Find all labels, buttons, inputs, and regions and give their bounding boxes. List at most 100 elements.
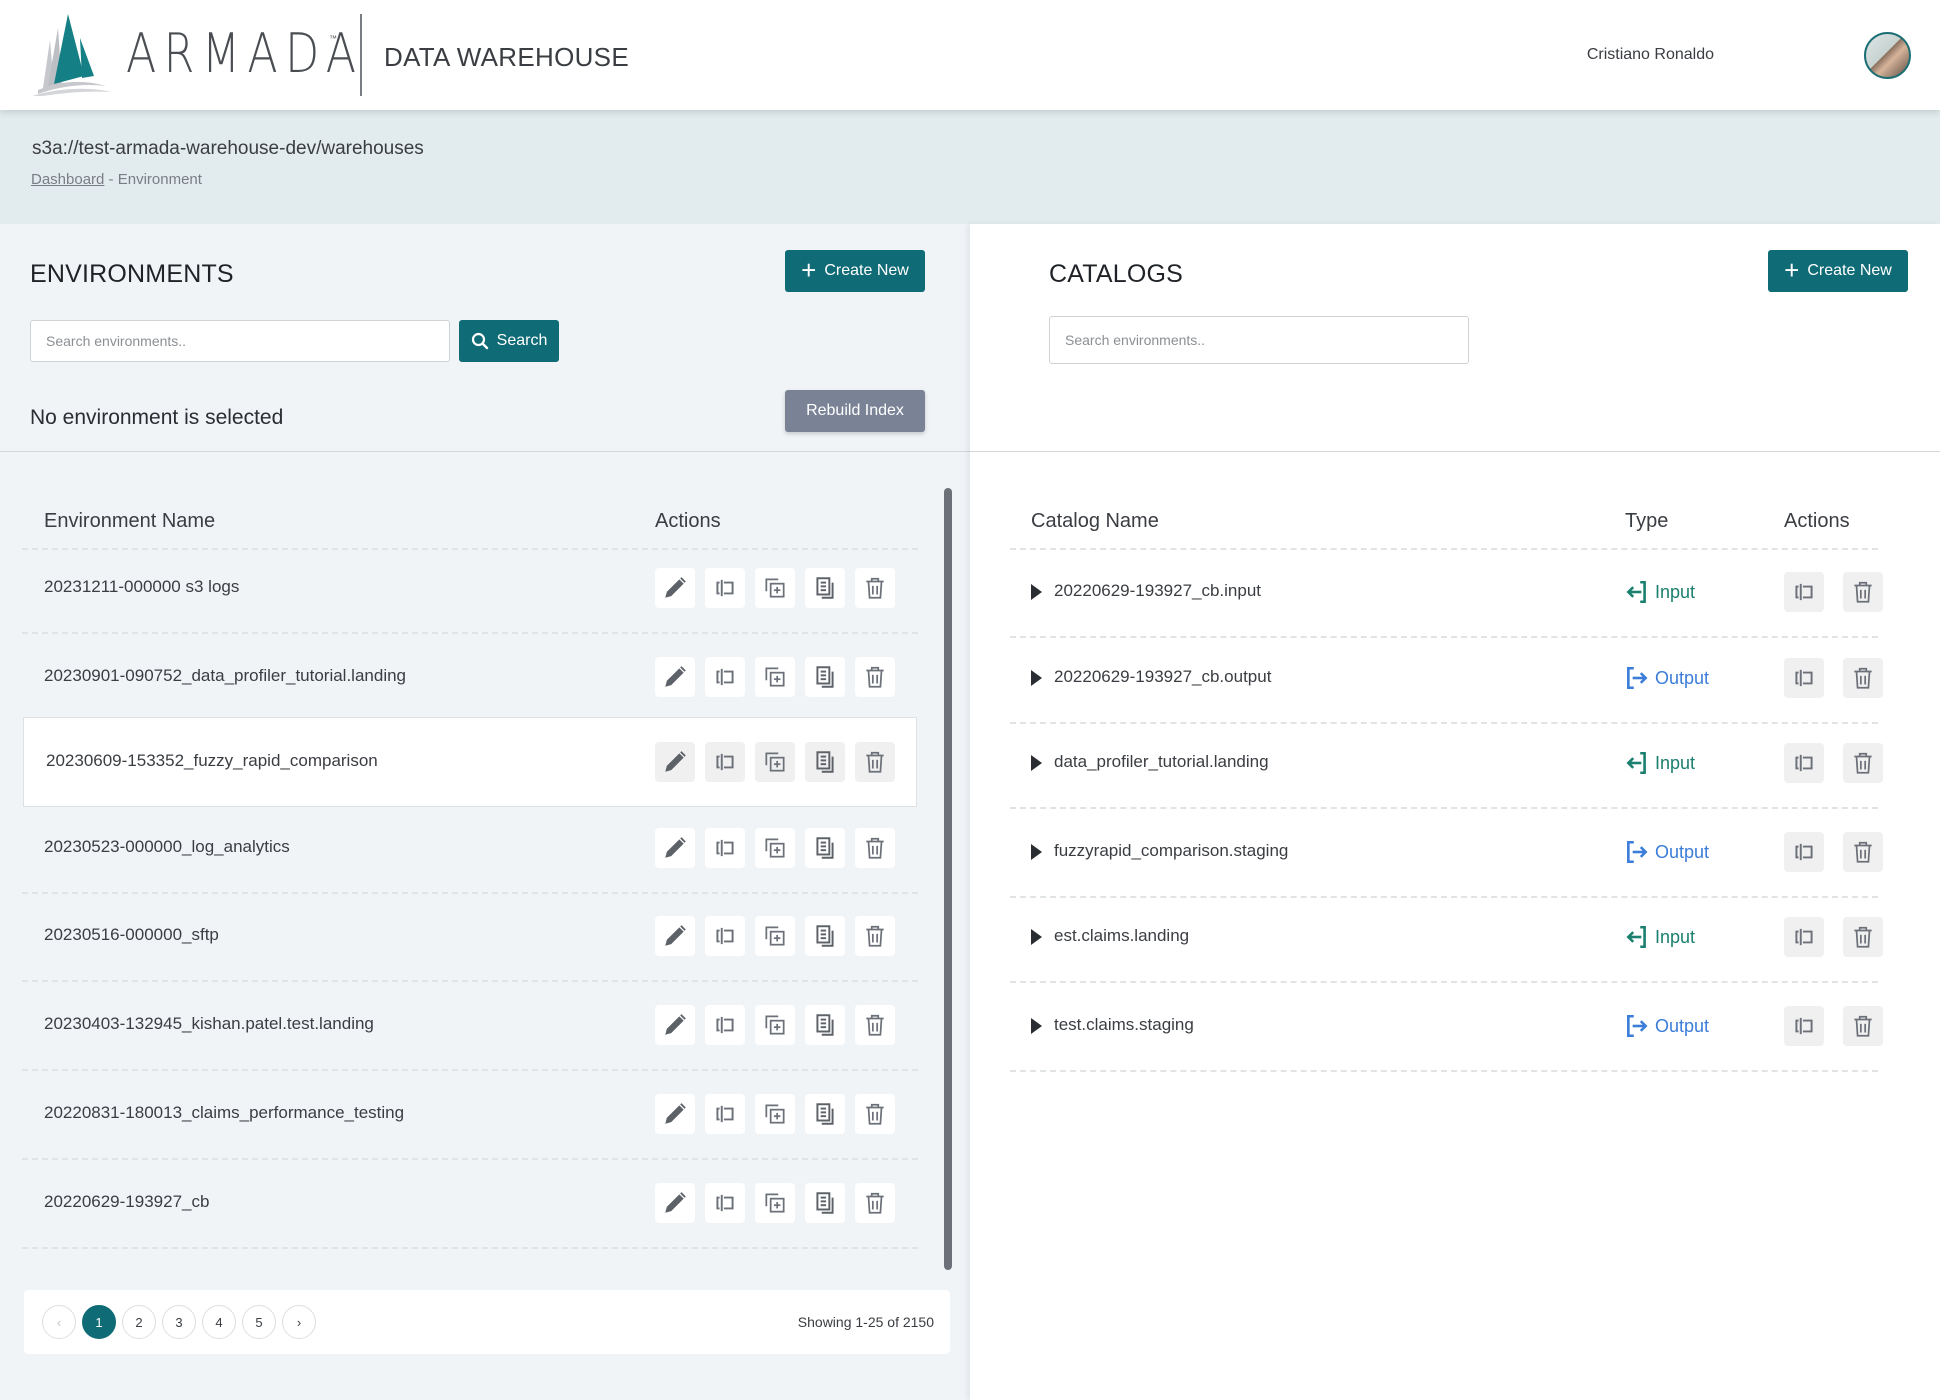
duplicate-icon <box>765 1104 785 1124</box>
rename-button[interactable] <box>1784 832 1824 872</box>
environment-name[interactable]: 20230523-000000_log_analytics <box>44 837 290 857</box>
catalog-name[interactable]: test.claims.staging <box>1054 1015 1194 1035</box>
rename-button[interactable] <box>1784 658 1824 698</box>
trash-button[interactable] <box>855 657 895 697</box>
trash-button[interactable] <box>855 1183 895 1223</box>
copy-icon <box>816 1014 834 1036</box>
environment-name[interactable]: 20230516-000000_sftp <box>44 925 219 945</box>
catalog-name[interactable]: 20220629-193927_cb.input <box>1054 581 1261 601</box>
catalog-name[interactable]: data_profiler_tutorial.landing <box>1054 752 1269 772</box>
catalog-name[interactable]: est.claims.landing <box>1054 926 1189 946</box>
edit-button[interactable] <box>655 1183 695 1223</box>
rename-button[interactable] <box>1784 743 1824 783</box>
expand-caret-icon[interactable] <box>1031 755 1042 771</box>
rename-button[interactable] <box>1784 917 1824 957</box>
environment-search-input[interactable] <box>30 320 450 362</box>
copy-button[interactable] <box>805 1183 845 1223</box>
expand-caret-icon[interactable] <box>1031 1018 1042 1034</box>
environment-name[interactable]: 20230403-132945_kishan.patel.test.landin… <box>44 1014 374 1034</box>
trash-button[interactable] <box>1843 832 1883 872</box>
duplicate-button[interactable] <box>755 568 795 608</box>
duplicate-button[interactable] <box>755 657 795 697</box>
copy-button[interactable] <box>805 1094 845 1134</box>
rename-button[interactable] <box>705 568 745 608</box>
rename-button[interactable] <box>705 828 745 868</box>
catalog-type-label: Input <box>1655 581 1696 602</box>
rename-button[interactable] <box>705 1183 745 1223</box>
expand-caret-icon[interactable] <box>1031 929 1042 945</box>
header-divider <box>1010 548 1878 550</box>
next-page-button[interactable]: › <box>282 1305 316 1339</box>
rename-button[interactable] <box>705 657 745 697</box>
duplicate-button[interactable] <box>755 742 795 782</box>
rebuild-index-button[interactable]: Rebuild Index <box>785 390 925 432</box>
catalog-search-input[interactable] <box>1049 316 1469 364</box>
expand-caret-icon[interactable] <box>1031 584 1042 600</box>
trash-button[interactable] <box>1843 658 1883 698</box>
trash-button[interactable] <box>855 828 895 868</box>
trash-button[interactable] <box>1843 572 1883 612</box>
catalog-type: Output <box>1624 665 1709 691</box>
environment-name[interactable]: 20230609-153352_fuzzy_rapid_comparison <box>46 751 378 771</box>
trash-button[interactable] <box>1843 917 1883 957</box>
page-button-4[interactable]: 4 <box>202 1305 236 1339</box>
copy-button[interactable] <box>805 1005 845 1045</box>
environment-search-button[interactable]: Search <box>459 320 559 362</box>
environment-name[interactable]: 20230901-090752_data_profiler_tutorial.l… <box>44 666 406 686</box>
edit-button[interactable] <box>655 916 695 956</box>
edit-button[interactable] <box>655 568 695 608</box>
environment-name[interactable]: 20220831-180013_claims_performance_testi… <box>44 1103 404 1123</box>
duplicate-button[interactable] <box>755 1094 795 1134</box>
page-button-2[interactable]: 2 <box>122 1305 156 1339</box>
trash-button[interactable] <box>855 568 895 608</box>
copy-button[interactable] <box>805 657 845 697</box>
table-scrollbar[interactable] <box>944 488 952 1270</box>
prev-page-button[interactable]: ‹ <box>42 1305 76 1339</box>
edit-button[interactable] <box>655 657 695 697</box>
copy-button[interactable] <box>805 568 845 608</box>
section-divider <box>970 451 1940 452</box>
rename-icon <box>716 668 734 686</box>
trash-button[interactable] <box>855 742 895 782</box>
user-avatar[interactable] <box>1864 32 1911 79</box>
rename-button[interactable] <box>1784 1006 1824 1046</box>
trash-button[interactable] <box>1843 1006 1883 1046</box>
location-band: s3a://test-armada-warehouse-dev/warehous… <box>0 110 1940 224</box>
trash-button[interactable] <box>855 1094 895 1134</box>
page-button-3[interactable]: 3 <box>162 1305 196 1339</box>
duplicate-button[interactable] <box>755 828 795 868</box>
duplicate-button[interactable] <box>755 1183 795 1223</box>
edit-button[interactable] <box>655 1094 695 1134</box>
copy-button[interactable] <box>805 916 845 956</box>
copy-button[interactable] <box>805 742 845 782</box>
copy-button[interactable] <box>805 828 845 868</box>
catalog-name[interactable]: 20220629-193927_cb.output <box>1054 667 1271 687</box>
breadcrumb-dashboard-link[interactable]: Dashboard <box>31 171 104 188</box>
rename-button[interactable] <box>705 916 745 956</box>
expand-caret-icon[interactable] <box>1031 670 1042 686</box>
environment-name[interactable]: 20220629-193927_cb <box>44 1192 209 1212</box>
trash-button[interactable] <box>855 916 895 956</box>
page-button-5[interactable]: 5 <box>242 1305 276 1339</box>
edit-button[interactable] <box>655 742 695 782</box>
expand-caret-icon[interactable] <box>1031 844 1042 860</box>
catalog-name[interactable]: fuzzyrapid_comparison.staging <box>1054 841 1288 861</box>
create-catalog-button[interactable]: + Create New <box>1768 250 1908 292</box>
copy-icon <box>816 925 834 947</box>
trash-button[interactable] <box>855 1005 895 1045</box>
edit-button[interactable] <box>655 1005 695 1045</box>
create-environment-button[interactable]: + Create New <box>785 250 925 292</box>
rename-button[interactable] <box>705 742 745 782</box>
page-button-1[interactable]: 1 <box>82 1305 116 1339</box>
search-icon <box>471 332 488 350</box>
duplicate-button[interactable] <box>755 1005 795 1045</box>
rename-button[interactable] <box>705 1094 745 1134</box>
rename-button[interactable] <box>705 1005 745 1045</box>
rename-button[interactable] <box>1784 572 1824 612</box>
environment-name[interactable]: 20231211-000000 s3 logs <box>44 577 239 597</box>
edit-button[interactable] <box>655 828 695 868</box>
trash-button[interactable] <box>1843 743 1883 783</box>
trash-icon <box>866 751 884 773</box>
duplicate-button[interactable] <box>755 916 795 956</box>
user-name[interactable]: Cristiano Ronaldo <box>1587 46 1714 64</box>
